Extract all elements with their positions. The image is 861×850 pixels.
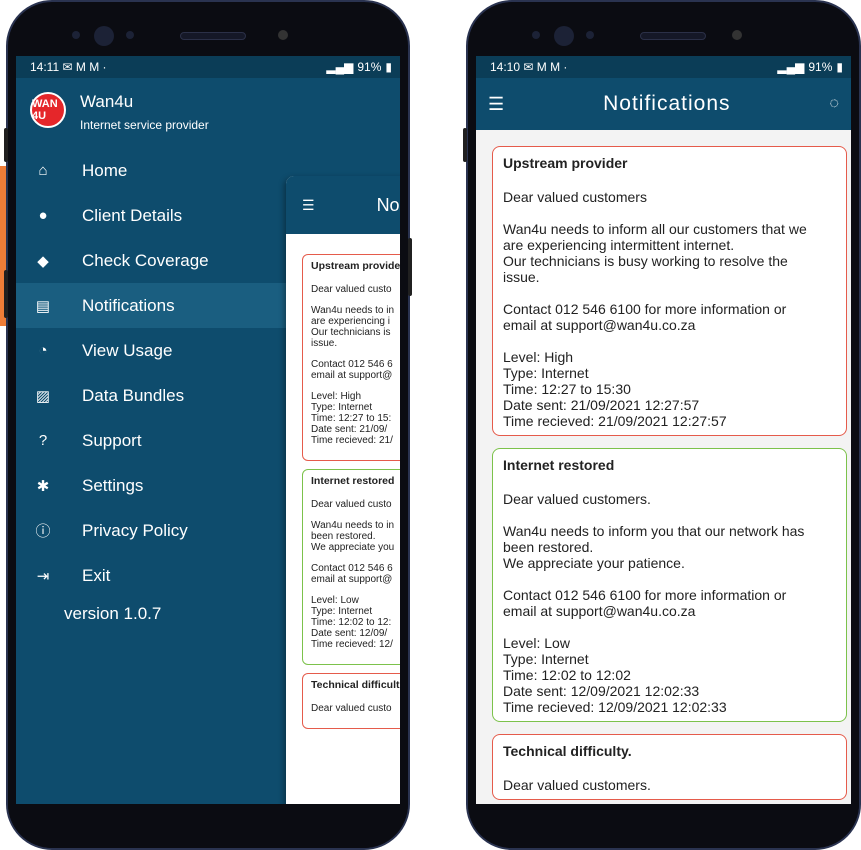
notification-list: Upstream provide Dear valued custo Wan4u… xyxy=(286,234,400,729)
battery-level: 91% xyxy=(357,60,382,74)
front-camera-icon xyxy=(732,30,742,40)
menu-label: Client Details xyxy=(82,205,183,225)
menu-label: View Usage xyxy=(82,340,173,360)
phone-top-bezel xyxy=(8,2,408,56)
power-button xyxy=(408,238,412,296)
notification-card[interactable]: Upstream provide Dear valued custo Wan4u… xyxy=(302,254,400,461)
battery-icon: ▮ xyxy=(836,60,843,74)
notification-title: Internet restored xyxy=(503,457,615,473)
menu-label: Data Bundles xyxy=(82,385,185,405)
notification-contact: Contact 012 546 6100 for more informatio… xyxy=(503,301,787,333)
app-bar: ☰ Notifications ◌ xyxy=(476,78,851,130)
notification-body: Wan4u needs to inform you that our netwo… xyxy=(503,523,805,571)
notification-title: Internet restored xyxy=(311,475,395,487)
notification-details: Level: High Type: Internet Time: 12:27 t… xyxy=(311,391,393,446)
notification-greeting: Dear valued customers. xyxy=(503,777,651,793)
notification-details: Level: Low Type: Internet Time: 12:02 to… xyxy=(311,595,393,650)
notification-body: Wan4u needs to inform all our customers … xyxy=(503,221,807,285)
notification-card[interactable]: Internet restored Dear valued custo Wan4… xyxy=(302,469,400,665)
battery-level: 91% xyxy=(808,60,833,74)
notification-card[interactable]: Upstream provider Dear valued customers … xyxy=(492,146,847,436)
speaker-grille xyxy=(640,32,706,40)
volume-button xyxy=(463,128,467,162)
hamburger-menu-icon[interactable]: ☰ xyxy=(302,197,315,214)
volume-button xyxy=(4,128,8,162)
battery-icon: ▮ xyxy=(385,60,392,74)
hamburger-menu-icon[interactable]: ☰ xyxy=(488,94,504,115)
menu-label: Notifications xyxy=(82,295,175,315)
notification-greeting: Dear valued custo xyxy=(311,703,392,714)
status-time: 14:10 xyxy=(490,60,521,74)
phone-bottom-bezel xyxy=(8,804,408,848)
cart-icon: ▨ xyxy=(35,387,51,405)
notification-icons: ✉ M M · xyxy=(523,60,568,74)
home-icon: ⌂ xyxy=(38,162,48,179)
menu-label: Exit xyxy=(82,565,111,585)
notification-card[interactable]: Technical difficulty. Dear valued custom… xyxy=(492,734,847,800)
sensor-icon xyxy=(586,31,594,39)
front-camera-icon xyxy=(278,30,288,40)
brand-name: Wan4u xyxy=(80,92,134,111)
help-icon: ? xyxy=(38,432,48,449)
notification-title: Upstream provide xyxy=(311,260,400,272)
info-icon: ⓘ xyxy=(35,523,51,540)
notification-body: Wan4u needs to in are experiencing i Our… xyxy=(311,305,395,349)
menu-label: Support xyxy=(82,430,142,450)
notification-details: Level: High Type: Internet Time: 12:27 t… xyxy=(503,349,727,429)
volume-button xyxy=(4,270,8,318)
gear-icon: ✱ xyxy=(36,477,50,495)
notification-greeting: Dear valued custo xyxy=(311,284,392,295)
notification-contact: Contact 012 546 6 email at support@ xyxy=(311,359,393,381)
sensor-icon xyxy=(72,31,80,39)
menu-label: Check Coverage xyxy=(82,250,209,270)
menu-label: Privacy Policy xyxy=(82,520,188,540)
app-bar: ☰ No xyxy=(286,176,400,234)
refresh-icon[interactable]: ◌ xyxy=(829,95,839,113)
speaker-grille xyxy=(180,32,246,40)
notification-list: Upstream provider Dear valued customers … xyxy=(476,130,851,800)
notification-title: Technical difficult xyxy=(311,679,400,691)
signal-icon: ▂▄▆ xyxy=(326,60,354,74)
notification-greeting: Dear valued customers. xyxy=(503,491,651,507)
screen-title: Notifications xyxy=(603,92,731,115)
camera-icon xyxy=(554,26,574,46)
phone-bottom-bezel xyxy=(468,804,859,848)
notification-greeting: Dear valued custo xyxy=(311,499,392,510)
sensor-icon xyxy=(532,31,540,39)
right-screen: 14:10 ✉ M M · ▂▄▆ 91% ▮ ☰ Notifications … xyxy=(476,56,851,804)
notification-contact: Contact 012 546 6100 for more informatio… xyxy=(503,587,787,619)
status-bar: 14:11 ✉ M M · ▂▄▆ 91% ▮ xyxy=(16,56,400,78)
notification-title: Upstream provider xyxy=(503,155,628,171)
phone-top-bezel xyxy=(468,2,859,56)
notification-greeting: Dear valued customers xyxy=(503,189,647,205)
location-pin-icon: ◆ xyxy=(37,252,49,270)
notification-contact: Contact 012 546 6 email at support@ xyxy=(311,563,393,585)
left-phone: 14:11 ✉ M M · ▂▄▆ 91% ▮ WAN 4U Wan4u Int… xyxy=(6,0,410,850)
wan4u-logo: WAN 4U xyxy=(30,92,66,128)
notification-body: Wan4u needs to in been restored. We appr… xyxy=(311,520,395,553)
notification-details: Level: Low Type: Internet Time: 12:02 to… xyxy=(503,635,727,715)
notifications-screen-preview[interactable]: ☰ No Upstream provide Dear valued custo … xyxy=(286,176,400,804)
screen-title: No xyxy=(376,194,400,215)
brand-subtitle: Internet service provider xyxy=(80,118,209,132)
status-bar: 14:10 ✉ M M · ▂▄▆ 91% ▮ xyxy=(476,56,851,78)
left-screen: 14:11 ✉ M M · ▂▄▆ 91% ▮ WAN 4U Wan4u Int… xyxy=(16,56,400,804)
drawer-header: WAN 4U Wan4u Internet service provider xyxy=(16,78,400,148)
exit-icon: ⇥ xyxy=(36,567,50,585)
right-phone: 14:10 ✉ M M · ▂▄▆ 91% ▮ ☰ Notifications … xyxy=(466,0,861,850)
sensor-icon xyxy=(126,31,134,39)
menu-label: Settings xyxy=(82,475,144,495)
data-usage-icon: ◔ xyxy=(38,342,48,359)
signal-icon: ▂▄▆ xyxy=(777,60,805,74)
notification-icons: ✉ M M · xyxy=(62,60,107,74)
notification-card[interactable]: Technical difficult Dear valued custo xyxy=(302,673,400,729)
person-icon: ● xyxy=(38,207,48,224)
status-time: 14:11 xyxy=(30,60,60,74)
camera-icon xyxy=(94,26,114,46)
notification-card[interactable]: Internet restored Dear valued customers.… xyxy=(492,448,847,722)
notification-title: Technical difficulty. xyxy=(503,743,632,759)
menu-label: Home xyxy=(82,160,128,180)
chat-icon: ▤ xyxy=(35,297,51,315)
